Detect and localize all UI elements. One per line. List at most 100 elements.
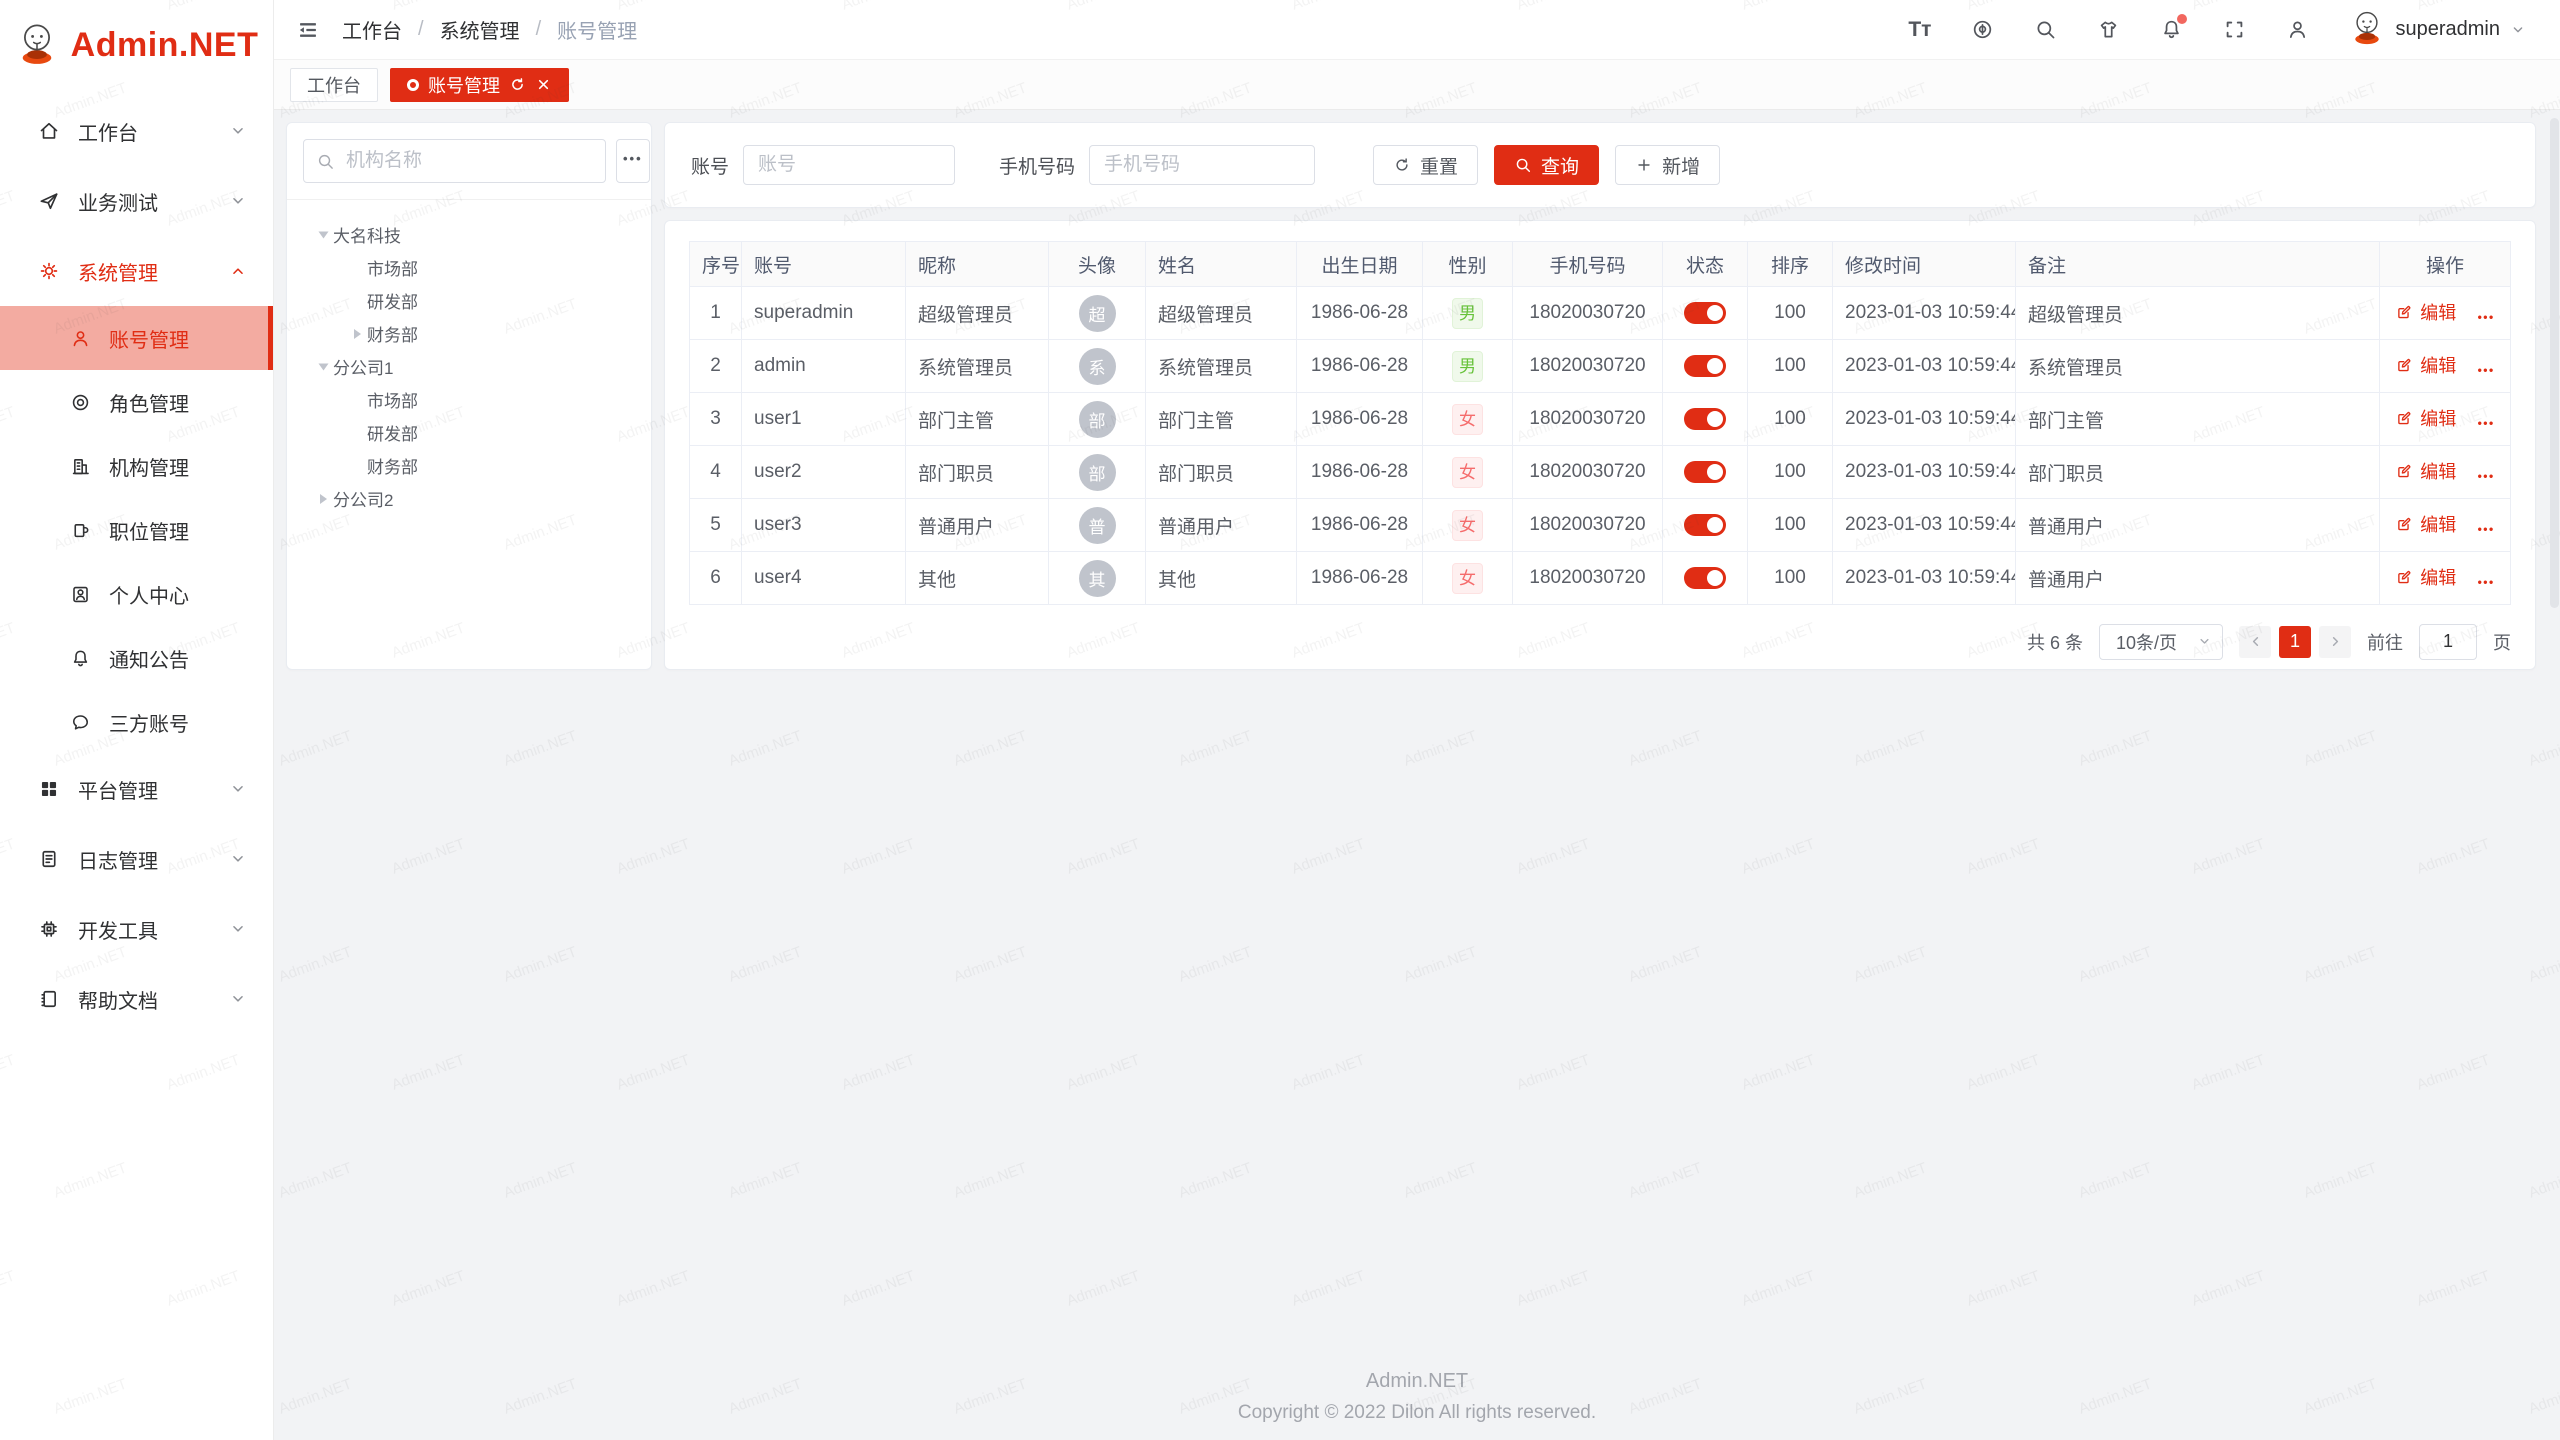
page-number-current[interactable]: 1 (2279, 626, 2311, 658)
notification-bell-icon[interactable] (2160, 18, 2183, 41)
edit-button[interactable]: 编辑 (2395, 511, 2456, 537)
sidebar-subitem-user[interactable]: 账号管理 (0, 306, 273, 370)
status-toggle[interactable] (1684, 355, 1726, 377)
scrollbar-thumb[interactable] (2550, 118, 2559, 608)
sidebar-subitem-cup[interactable]: 职位管理 (0, 498, 273, 562)
user-menu[interactable]: superadmin (2349, 9, 2526, 50)
query-button[interactable]: 查询 (1494, 145, 1599, 185)
row-more-button[interactable]: ••• (2478, 310, 2495, 324)
chevron-right-icon (2328, 634, 2343, 649)
row-more-button[interactable]: ••• (2478, 575, 2495, 589)
gender-badge: 女 (1452, 510, 1483, 541)
account-input[interactable] (743, 145, 955, 185)
status-toggle[interactable] (1684, 514, 1726, 536)
chevron-icon (229, 850, 247, 868)
column-header: 修改时间 (1833, 242, 2016, 287)
tree-node[interactable]: 市场部 (303, 383, 635, 416)
tree-node[interactable]: 市场部 (303, 251, 635, 284)
sidebar-item-log[interactable]: 日志管理 (0, 824, 273, 894)
table-row: 2 admin 系统管理员 系 系统管理员 1986-06-28 男 18020… (690, 340, 2511, 393)
sidebar-submenu: 账号管理 角色管理 机构管理 职位管理 个人中心 通知公告 三方账号 (0, 306, 273, 754)
theme-icon[interactable] (2097, 18, 2120, 41)
tree-node[interactable]: 大名科技 (303, 218, 635, 251)
sidebar-subitem-chat[interactable]: 三方账号 (0, 690, 273, 754)
goto-page-input[interactable] (2419, 624, 2477, 660)
sidebar-item-chip[interactable]: 开发工具 (0, 894, 273, 964)
status-toggle[interactable] (1684, 567, 1726, 589)
table-row: 3 user1 部门主管 部 部门主管 1986-06-28 女 1802003… (690, 393, 2511, 446)
tree-node[interactable]: 财务部 (303, 317, 635, 350)
sidebar-item-gear[interactable]: 系统管理 (0, 236, 273, 306)
sidebar-subitem-role[interactable]: 角色管理 (0, 370, 273, 434)
org-search-input[interactable] (344, 149, 593, 173)
row-more-button[interactable]: ••• (2478, 363, 2495, 377)
tab-account-management[interactable]: 账号管理 (390, 68, 569, 102)
font-size-icon[interactable]: Tт (1908, 18, 1931, 41)
user-icon[interactable] (2286, 18, 2309, 41)
row-more-button[interactable]: ••• (2478, 522, 2495, 536)
app-logo[interactable]: Admin.NET (0, 0, 273, 90)
breadcrumb-item-system[interactable]: 系统管理 (440, 15, 520, 44)
goto-label: 前往 (2367, 629, 2403, 655)
tree-node[interactable]: 分公司1 (303, 350, 635, 383)
breadcrumb: 工作台 / 系统管理 / 账号管理 (342, 15, 637, 44)
tree-node[interactable]: 分公司2 (303, 482, 635, 515)
tree-node[interactable]: 研发部 (303, 416, 635, 449)
tree-node[interactable]: 研发部 (303, 284, 635, 317)
edit-icon (2395, 568, 2413, 586)
row-more-button[interactable]: ••• (2478, 469, 2495, 483)
close-icon[interactable] (535, 76, 552, 93)
language-icon[interactable] (1971, 18, 1994, 41)
sidebar-item-send[interactable]: 业务测试 (0, 166, 273, 236)
refresh-icon[interactable] (509, 76, 526, 93)
reset-button[interactable]: 重置 (1373, 145, 1478, 185)
breadcrumb-item-workbench[interactable]: 工作台 (342, 15, 402, 44)
tree-node[interactable]: 财务部 (303, 449, 635, 482)
sidebar-item-home[interactable]: 工作台 (0, 96, 273, 166)
sidebar-item-grid[interactable]: 平台管理 (0, 754, 273, 824)
page-footer: Admin.NET Copyright © 2022 Dilon All rig… (274, 1370, 2560, 1424)
sidebar-subitem-org[interactable]: 机构管理 (0, 434, 273, 498)
edit-button[interactable]: 编辑 (2395, 299, 2456, 325)
edit-icon (2395, 356, 2413, 374)
org-tree: 大名科技 市场部 研发部 财务部 分公司1 市场部 研发部 财务部 分公司2 (303, 218, 635, 515)
column-header: 状态 (1663, 242, 1748, 287)
edit-button[interactable]: 编辑 (2395, 458, 2456, 484)
plus-icon (1635, 156, 1653, 174)
prev-page-button[interactable] (2239, 626, 2271, 658)
chevron-icon (229, 780, 247, 798)
avatar: 系 (1079, 348, 1116, 385)
row-more-button[interactable]: ••• (2478, 416, 2495, 430)
next-page-button[interactable] (2319, 626, 2351, 658)
filter-bar: 账号 手机号码 重置 (664, 122, 2536, 208)
edit-icon (2395, 409, 2413, 427)
column-header: 排序 (1748, 242, 1833, 287)
tab-workbench[interactable]: 工作台 (290, 68, 378, 102)
menu-collapse-icon[interactable] (296, 18, 320, 42)
status-toggle[interactable] (1684, 461, 1726, 483)
user-avatar (2349, 9, 2385, 50)
sidebar-item-book[interactable]: 帮助文档 (0, 964, 273, 1034)
sidebar-subitem-profile[interactable]: 个人中心 (0, 562, 273, 626)
status-toggle[interactable] (1684, 302, 1726, 324)
caret-icon (347, 423, 367, 443)
chevron-icon (229, 192, 247, 210)
menu-icon (38, 120, 60, 142)
table-row: 4 user2 部门职员 部 部门职员 1986-06-28 女 1802003… (690, 446, 2511, 499)
gender-badge: 男 (1452, 298, 1483, 329)
add-button[interactable]: 新增 (1615, 145, 1720, 185)
edit-button[interactable]: 编辑 (2395, 405, 2456, 431)
fullscreen-icon[interactable] (2223, 18, 2246, 41)
edit-button[interactable]: 编辑 (2395, 564, 2456, 590)
active-tab-dot-icon (407, 79, 419, 91)
page-size-select[interactable]: 10条/页 (2099, 624, 2223, 660)
sidebar-subitem-bell[interactable]: 通知公告 (0, 626, 273, 690)
phone-input[interactable] (1089, 145, 1315, 185)
search-icon[interactable] (2034, 18, 2057, 41)
column-header: 操作 (2380, 242, 2511, 287)
caret-icon (313, 489, 333, 509)
chevron-icon (229, 262, 247, 280)
status-toggle[interactable] (1684, 408, 1726, 430)
tree-more-button[interactable]: ••• (616, 139, 650, 183)
edit-button[interactable]: 编辑 (2395, 352, 2456, 378)
